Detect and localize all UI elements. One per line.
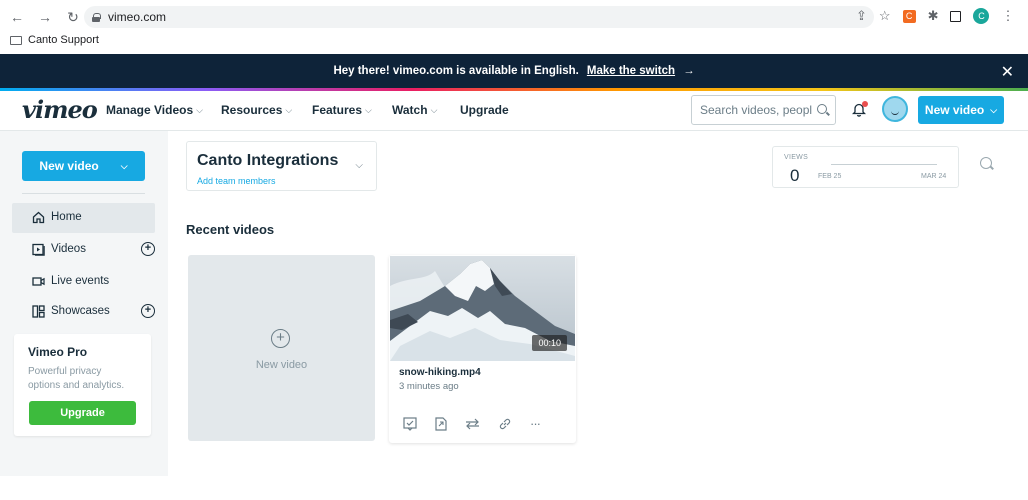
video-library-icon [32,243,45,256]
new-video-button-sidebar[interactable]: New video ⌵ [22,151,145,181]
more-options-icon[interactable]: ··· [530,416,541,431]
download-icon[interactable] [435,416,447,431]
video-actions: ··· [403,416,541,431]
video-duration: 00:10 [532,335,567,351]
transfer-icon[interactable] [465,418,480,430]
folder-icon [10,35,22,45]
address-bar[interactable]: vimeo.com [84,6,874,28]
back-arrow-icon[interactable]: ← [10,10,24,24]
showcase-icon [32,305,45,318]
add-video-plus-icon[interactable]: + [141,242,155,256]
browser-nav: ← → ↻ [10,10,80,24]
pro-card-title: Vimeo Pro [28,345,88,359]
chevron-down-icon: ⌵ [120,160,128,171]
views-start-date: FEB 25 [818,173,842,180]
sidebar-item-videos[interactable]: Videos + [12,235,155,265]
search-placeholder: Search videos, peopl [700,103,813,117]
puzzle-icon[interactable]: ✱ [928,8,939,24]
sidebar: New video ⌵ Home Videos + Live events Sh… [0,131,168,476]
team-selector[interactable]: Canto Integrations Add team members ⌵ [186,141,377,191]
site-header: vimeo Manage Videos ⌵ Resources ⌵ Features… [0,91,1028,131]
profile-avatar[interactable]: C [973,8,990,24]
pro-card-description: Powerful privacy options and analytics. [28,366,125,391]
vimeo-pro-card: Vimeo Pro Powerful privacy options and a… [14,334,151,436]
main-nav: Manage Videos ⌵ Resources ⌵ Features ⌵ Watc… [106,103,509,117]
camera-icon [32,277,45,286]
nav-watch[interactable]: Watch ⌵ [392,103,460,117]
bookmark-canto-support[interactable]: Canto Support [28,34,99,46]
sidebar-item-live-events[interactable]: Live events [12,267,155,297]
video-title[interactable]: snow-hiking.mp4 [399,367,481,378]
views-end-date: MAR 24 [921,173,947,180]
video-card[interactable]: 00:10 snow-hiking.mp4 3 minutes ago ··· [389,255,576,443]
extension-icon[interactable]: C [902,9,916,23]
search-input[interactable]: Search videos, peopl [691,95,836,125]
nav-features[interactable]: Features ⌵ [312,103,392,117]
views-label: VIEWS [784,154,809,161]
side-panel-icon[interactable] [950,10,962,22]
bookmarks-bar: Canto Support [10,34,99,46]
vimeo-logo[interactable]: vimeo [22,95,98,124]
sidebar-item-home[interactable]: Home [12,203,155,233]
new-video-card-label: New video [255,359,308,371]
search-icon[interactable] [817,104,827,114]
notification-bell-icon[interactable] [852,101,868,117]
search-icon[interactable] [980,157,992,169]
views-sparkline [831,164,937,165]
forward-arrow-icon[interactable]: → [38,10,52,24]
views-count: 0 [790,166,800,185]
nav-manage-videos[interactable]: Manage Videos ⌵ [106,103,221,117]
nav-upgrade[interactable]: Upgrade [460,103,509,117]
plus-icon: + [271,329,290,348]
user-avatar[interactable] [882,96,908,122]
star-icon[interactable]: ☆ [879,8,891,24]
address-url: vimeo.com [108,10,167,24]
sidebar-item-label: Showcases [51,305,110,317]
language-banner: Hey there! vimeo.com is available in Eng… [0,54,1028,88]
add-showcase-plus-icon[interactable]: + [141,304,155,318]
chevron-down-icon: ⌵ [365,104,372,115]
recent-videos-heading: Recent videos [186,222,275,237]
lock-icon [92,12,101,22]
chevron-down-icon: ⌵ [430,104,438,115]
reload-icon[interactable]: ↻ [66,10,80,24]
nav-resources[interactable]: Resources ⌵ [221,103,312,117]
new-video-button-header[interactable]: New video ⌵ [918,96,1004,124]
browser-toolbar: ← → ↻ vimeo.com ⇪ ☆ C ✱ C ⋮ Canto Suppor… [0,0,1028,54]
menu-dots-icon[interactable]: ⋮ [1001,8,1014,24]
sidebar-item-label: Live events [51,275,110,287]
new-video-card[interactable]: + New video [188,255,375,441]
home-icon [32,211,45,224]
chevron-down-icon: ⌵ [285,104,293,115]
link-icon[interactable] [498,417,512,431]
video-timestamp: 3 minutes ago [399,381,459,392]
chevron-down-icon: ⌵ [990,104,998,115]
chevron-down-icon: ⌵ [196,104,203,115]
review-icon[interactable] [403,416,417,431]
share-icon[interactable]: ⇪ [856,8,867,24]
banner-text: Hey there! vimeo.com is available in Eng… [333,65,579,77]
sidebar-divider [22,193,145,194]
sidebar-item-label: Home [51,211,82,223]
close-icon[interactable]: ✕ [1001,62,1014,82]
make-switch-link[interactable]: Make the switch [587,65,675,77]
arrow-right-icon: → [683,65,695,77]
views-widget[interactable]: VIEWS 0 FEB 25 MAR 24 [772,146,959,188]
sidebar-item-showcases[interactable]: Showcases + [12,297,155,327]
notification-dot [862,101,868,107]
team-name: Canto Integrations [197,152,339,169]
add-team-members-link[interactable]: Add team members [197,176,276,186]
upgrade-button[interactable]: Upgrade [29,401,136,425]
sidebar-item-label: Videos [51,243,86,255]
chevron-down-icon: ⌵ [355,160,363,171]
browser-extensions: ⇪ ☆ C ✱ C ⋮ [856,8,1014,24]
